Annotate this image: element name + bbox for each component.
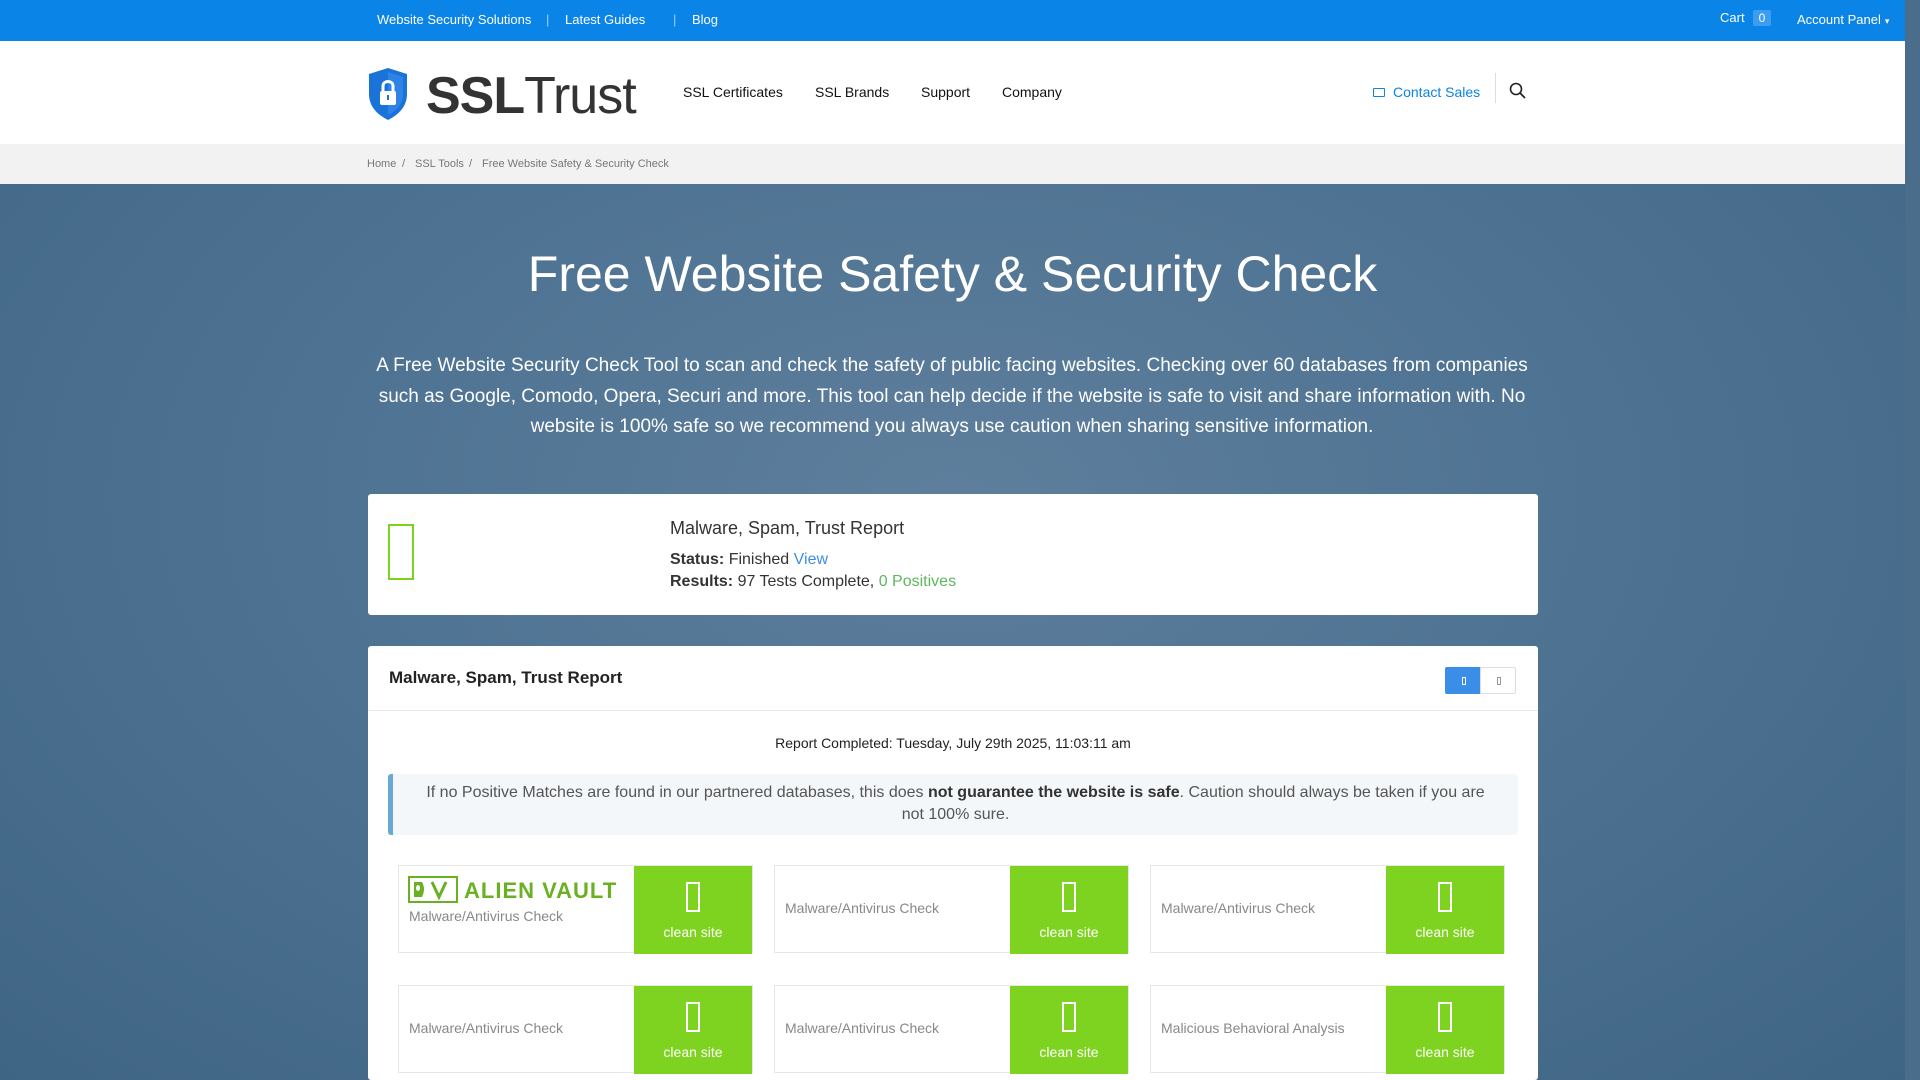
contact-card-icon (1373, 88, 1385, 97)
results-label: Results: (670, 573, 734, 590)
nav-ssl-certificates[interactable]: SSL Certificates (683, 84, 783, 100)
report-card-header: Malware, Spam, Trust Report (368, 646, 1538, 711)
cart-link[interactable]: Cart 0 (1720, 10, 1772, 26)
clean-status-badge: clean site (634, 866, 752, 954)
result-card[interactable]: Malware/Antivirus Check clean site (1150, 865, 1505, 954)
check-icon (1438, 882, 1452, 912)
disclaimer-notice: If no Positive Matches are found in our … (388, 774, 1518, 835)
topbar-separator: | (673, 12, 677, 27)
clean-status-badge: clean site (1386, 986, 1504, 1074)
clean-status-text: clean site (663, 924, 723, 940)
header-divider (1495, 73, 1496, 103)
check-type-label: Malware/Antivirus Check (409, 1020, 564, 1036)
cart-label: Cart (1720, 10, 1745, 25)
breadcrumb: Home / SSL Tools / Free Website Safety &… (0, 144, 1905, 184)
results-value: 97 Tests Complete, (737, 573, 875, 590)
breadcrumb-separator: / (469, 158, 473, 170)
report-title: Malware, Spam, Trust Report (389, 668, 623, 687)
clean-status-badge: clean site (1010, 986, 1128, 1074)
list-view-toggle[interactable] (1480, 667, 1516, 694)
account-panel-link[interactable]: Account Panel ▾ (1797, 12, 1889, 27)
contact-sales-label: Contact Sales (1393, 84, 1481, 100)
report-card: Malware, Spam, Trust Report Report Compl… (368, 646, 1538, 1080)
positives-link[interactable]: 0 Positives (879, 573, 956, 590)
report-completed-text: Report Completed: Tuesday, July 29th 202… (775, 735, 1131, 751)
chevron-down-icon: ▾ (1884, 16, 1890, 26)
site-header: SSLTrust SSL Certificates SSL Brands Sup… (0, 41, 1905, 144)
topbar-link-security-solutions[interactable]: Website Security Solutions (377, 12, 531, 27)
svg-text:ALIEN VAULT: ALIEN VAULT (464, 878, 617, 903)
account-panel-label: Account Panel (1797, 12, 1881, 27)
status-label: Status: (670, 551, 725, 568)
notice-text-start: If no Positive Matches are found in our … (426, 784, 928, 801)
topbar-separator: | (546, 12, 550, 27)
result-card[interactable]: Malware/Antivirus Check clean site (774, 985, 1129, 1074)
top-bar: Website Security Solutions | Latest Guid… (0, 0, 1905, 41)
view-link[interactable]: View (794, 551, 828, 568)
clean-status-badge: clean site (1010, 866, 1128, 954)
page-title: Free Website Safety & Security Check (527, 246, 1378, 302)
results-line: Results: 97 Tests Complete, 0 Positives (670, 573, 956, 591)
check-type-label: Malware/Antivirus Check (1161, 900, 1316, 916)
clean-status-badge: clean site (1386, 866, 1504, 954)
check-icon (686, 1002, 700, 1032)
ssltrust-logo[interactable]: SSLTrust (367, 67, 639, 121)
clean-status-text: clean site (1039, 1044, 1099, 1060)
status-line: Status: Finished View (670, 551, 828, 569)
check-type-label: Malware/Antivirus Check (785, 900, 940, 916)
svg-text:SSLTrust: SSLTrust (426, 67, 637, 121)
check-icon (1062, 882, 1076, 912)
summary-title: Malware, Spam, Trust Report (670, 518, 905, 538)
nav-company[interactable]: Company (1002, 84, 1062, 100)
check-icon (686, 882, 700, 912)
grid-view-toggle[interactable] (1445, 667, 1481, 694)
breadcrumb-ssl-tools[interactable]: SSL Tools (415, 158, 464, 170)
result-card[interactable]: Malicious Behavioral Analysis clean site (1150, 985, 1505, 1074)
breadcrumb-home[interactable]: Home (367, 158, 396, 170)
cart-count-badge: 0 (1752, 10, 1772, 26)
hero-description: A Free Website Security Check Tool to sc… (376, 355, 1528, 437)
alien-vault-logo: ALIEN VAULT (408, 876, 617, 903)
nav-support[interactable]: Support (921, 84, 970, 100)
breadcrumb-separator: / (402, 158, 406, 170)
notice-text-bold: not guarantee the website is safe (927, 784, 1180, 801)
clean-status-text: clean site (1415, 924, 1475, 940)
clean-status-badge: clean site (634, 986, 752, 1074)
clean-status-text: clean site (1415, 1044, 1475, 1060)
check-type-label: Malware/Antivirus Check (785, 1020, 940, 1036)
topbar-link-blog[interactable]: Blog (692, 12, 718, 27)
grid-icon (1462, 677, 1466, 685)
summary-card: Malware, Spam, Trust Report Status: Fini… (368, 494, 1538, 615)
result-card[interactable]: Malware/Antivirus Check clean site (398, 985, 753, 1074)
status-value: Finished (728, 551, 790, 568)
result-card[interactable]: ALIEN VAULT Malware/Antivirus Check clea… (398, 865, 753, 954)
nav-ssl-brands[interactable]: SSL Brands (815, 84, 889, 100)
check-type-label: Malicious Behavioral Analysis (1161, 1020, 1345, 1036)
check-type-label: Malware/Antivirus Check (409, 908, 564, 924)
clean-status-text: clean site (1039, 924, 1099, 940)
contact-sales-link[interactable]: Contact Sales (1373, 84, 1480, 100)
result-card[interactable]: Malware/Antivirus Check clean site (774, 865, 1129, 954)
search-icon[interactable] (1508, 81, 1528, 101)
list-icon (1497, 677, 1501, 685)
clean-status-text: clean site (663, 1044, 723, 1060)
check-icon (1062, 1002, 1076, 1032)
breadcrumb-current: Free Website Safety & Security Check (482, 158, 669, 170)
check-icon (1438, 1002, 1452, 1032)
check-icon (388, 524, 414, 580)
topbar-link-latest-guides[interactable]: Latest Guides (565, 12, 645, 27)
